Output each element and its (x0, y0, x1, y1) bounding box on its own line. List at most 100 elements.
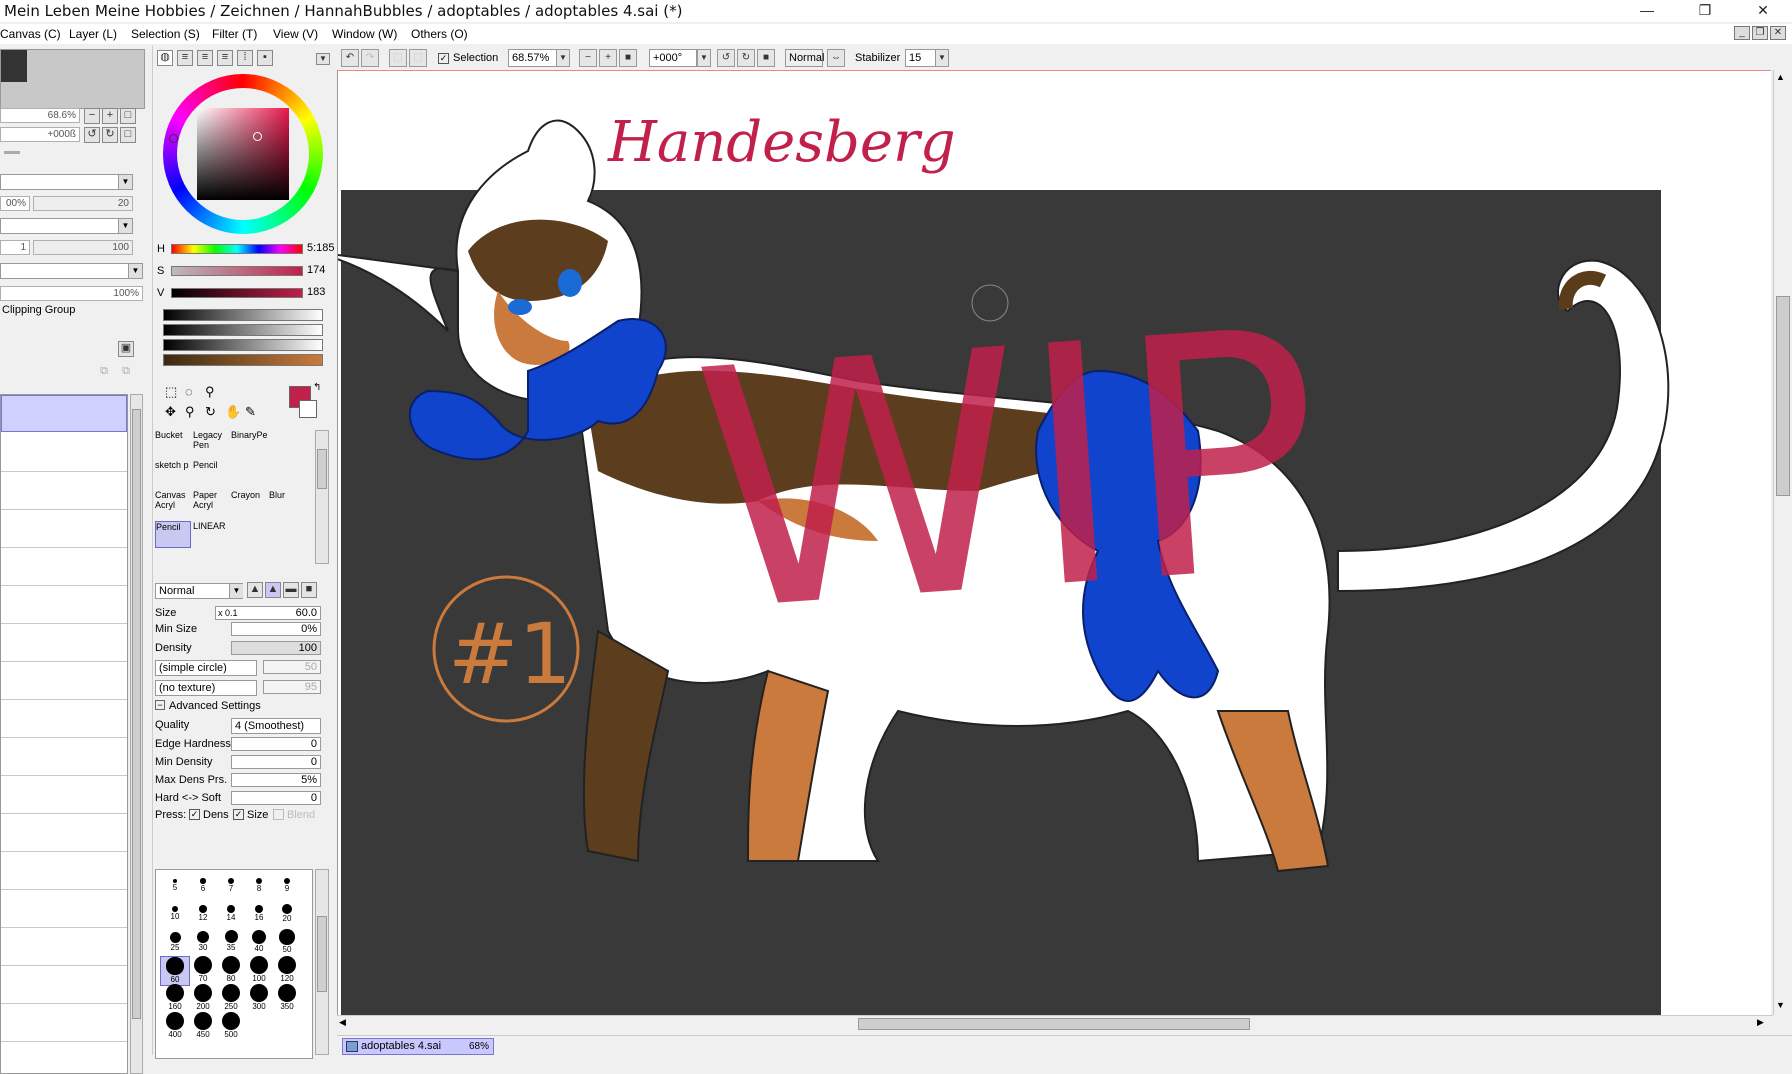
tool-list-scroll-thumb[interactable] (317, 449, 327, 489)
size-multiplier[interactable]: x 0.1 (218, 607, 238, 619)
layer-row[interactable] (1, 549, 127, 586)
shape-tip-1-icon[interactable]: ▲ (247, 582, 263, 598)
advanced-collapse-icon[interactable]: − (155, 700, 165, 710)
new-folder-icon[interactable]: ⧉ (118, 365, 134, 381)
minimize-button[interactable]: — (1618, 0, 1676, 22)
layer-row[interactable] (1, 777, 127, 814)
brush-size-cell[interactable]: 120 (272, 956, 302, 986)
brush-size-scroll-thumb[interactable] (317, 916, 327, 992)
tool-blur[interactable]: Blur (269, 490, 305, 517)
canvas-area[interactable]: Handesberg WIP #1 (337, 70, 1771, 1016)
horizontal-scroll-thumb[interactable] (858, 1018, 1250, 1030)
layer-scrollbar[interactable] (130, 394, 143, 1074)
layer-row[interactable] (1, 701, 127, 738)
size-field[interactable]: x 0.1 60.0 (215, 606, 321, 620)
layer-slider-a[interactable]: 20 (33, 196, 133, 211)
rotation-field[interactable]: +000° (649, 49, 697, 67)
lock-icon[interactable]: ▣ (118, 341, 134, 357)
brush-size-cell[interactable]: 160 (160, 984, 190, 1014)
scroll-left-icon[interactable]: ◀ (339, 1017, 346, 1028)
document-tab[interactable]: adoptables 4.sai 68% (342, 1038, 494, 1055)
flip-view-icon[interactable]: ⇔ (827, 49, 845, 67)
brush-size-scrollbar[interactable] (315, 869, 329, 1055)
tool-crayon[interactable]: Crayon (231, 490, 267, 517)
layer-row[interactable] (1, 739, 127, 776)
brush-size-cell[interactable]: 35 (216, 928, 246, 958)
menu-layer[interactable]: Layer (L) (69, 27, 117, 41)
brush-size-cell[interactable]: 80 (216, 956, 246, 986)
scroll-up-icon[interactable]: ▲ (1776, 72, 1785, 82)
brush-size-cell[interactable]: 70 (188, 956, 218, 986)
panel-menu-icon[interactable]: ▼ (316, 53, 330, 65)
redo-icon[interactable]: ↷ (361, 49, 379, 67)
layer-slider-b[interactable]: 100 (33, 240, 133, 255)
close-button[interactable]: ✕ (1734, 0, 1792, 22)
maximize-button[interactable]: ❐ (1676, 0, 1734, 22)
invert-selection-icon[interactable]: ⬚ (409, 49, 427, 67)
toolbar-zoom-in-icon[interactable]: + (599, 49, 617, 67)
scroll-down-icon[interactable]: ▼ (1776, 1000, 1785, 1010)
stabilizer-dropdown-icon[interactable]: ▼ (935, 49, 949, 67)
navigator-rotation[interactable]: +000ß (0, 127, 80, 142)
zoom-reset-icon[interactable]: □ (120, 108, 136, 124)
color-wheel[interactable] (163, 74, 323, 234)
vertical-scroll-thumb[interactable] (1776, 296, 1790, 496)
brush-size-cell[interactable]: 12 (188, 900, 218, 930)
shape-tip-4-icon[interactable]: ■ (301, 582, 317, 598)
brush-size-cell[interactable]: 14 (216, 900, 246, 930)
saturation-slider[interactable] (171, 266, 303, 276)
brush-size-cell[interactable]: 6 (188, 872, 218, 902)
layer-row[interactable] (1, 625, 127, 662)
brush-size-cell[interactable]: 25 (160, 928, 190, 958)
rotate-icon[interactable]: ↻ (205, 404, 216, 420)
rect-select-icon[interactable]: ⬚ (165, 384, 177, 400)
brush-size-cell[interactable]: 200 (188, 984, 218, 1014)
min-size-field[interactable]: 0% (231, 622, 321, 636)
saturation-value-square[interactable] (197, 108, 289, 200)
gradient-tab-icon[interactable]: ≡ (217, 50, 233, 66)
layer-row[interactable] (1, 853, 127, 890)
press-dens-checkbox[interactable]: ✓ (189, 809, 200, 820)
layer-row[interactable] (1, 435, 127, 472)
quality-dropdown[interactable]: 4 (Smoothest) (231, 718, 321, 734)
tool-legacy-pen[interactable]: Legacy Pen (193, 430, 229, 457)
layer-row-selected[interactable] (1, 395, 127, 432)
max-dens-field[interactable]: 5% (231, 773, 321, 787)
layer-texture-dropdown[interactable]: ▼ (0, 218, 133, 234)
menu-view[interactable]: View (V) (273, 27, 318, 41)
hue-picker-marker[interactable] (169, 134, 178, 143)
gradient-bar-2[interactable] (163, 324, 323, 336)
min-density-field[interactable]: 0 (231, 755, 321, 769)
gradient-bar-3[interactable] (163, 339, 323, 351)
advanced-settings-label[interactable]: Advanced Settings (169, 700, 261, 712)
layer-row[interactable] (1, 929, 127, 966)
toolbar-rotate-left-icon[interactable]: ↺ (717, 49, 735, 67)
rotate-reset-icon[interactable]: □ (120, 127, 136, 143)
new-layer-icon[interactable]: ⧉ (96, 365, 112, 381)
brush-size-cell[interactable]: 7 (216, 872, 246, 902)
brush-size-cell[interactable]: 8 (244, 872, 274, 902)
menu-window[interactable]: Window (W) (332, 27, 397, 41)
sv-picker-marker[interactable] (253, 132, 262, 141)
brush-size-cell[interactable]: 9 (272, 872, 302, 902)
mdi-close-icon[interactable]: ✕ (1770, 26, 1786, 40)
navigator-zoom[interactable]: 68.6% (0, 108, 80, 123)
layer-row[interactable] (1, 473, 127, 510)
move-icon[interactable]: ✥ (165, 404, 176, 420)
layer-row[interactable] (1, 1005, 127, 1042)
rgb-slider-tab-icon[interactable]: ≡ (177, 50, 193, 66)
layer-row[interactable] (1, 967, 127, 1004)
layer-row[interactable] (1, 587, 127, 624)
zoom-in-icon[interactable]: + (102, 108, 118, 124)
gradient-bar-1[interactable] (163, 309, 323, 321)
zoom-dropdown-icon[interactable]: ▼ (556, 49, 570, 67)
layer-opacity[interactable]: 100% (0, 286, 143, 301)
tool-list-scrollbar[interactable] (315, 430, 329, 564)
shape-tip-2-icon[interactable]: ▲ (265, 582, 281, 598)
hsv-slider-tab-icon[interactable]: ≡ (197, 50, 213, 66)
brush-size-cell[interactable]: 60 (160, 956, 190, 986)
tool-pencil-selected[interactable]: Pencil (155, 521, 191, 548)
tool-canvas-acryl[interactable]: Canvas Acryl (155, 490, 191, 517)
toolbar-rotate-reset-icon[interactable]: ■ (757, 49, 775, 67)
brush-size-cell[interactable]: 400 (160, 1012, 190, 1042)
